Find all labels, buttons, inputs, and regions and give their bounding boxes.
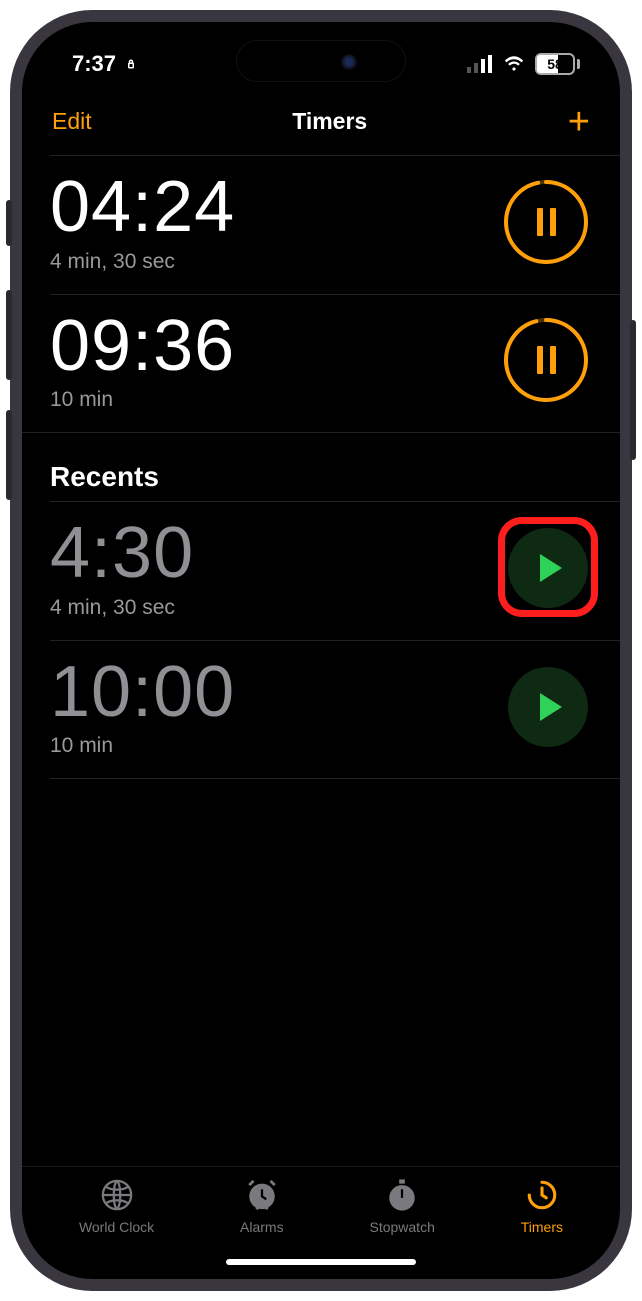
recent-timer-row[interactable]: 4:30 4 min, 30 sec <box>22 502 620 640</box>
tab-label: Timers <box>521 1219 563 1235</box>
timer-remaining: 09:36 <box>50 309 235 385</box>
dynamic-island <box>236 40 406 82</box>
pause-icon <box>537 346 556 374</box>
annotation-highlight <box>498 517 598 617</box>
edit-button[interactable]: Edit <box>52 108 92 135</box>
tab-bar: World Clock Alarms Stopwatch Timers <box>22 1166 620 1245</box>
cellular-icon <box>467 55 493 73</box>
wifi-icon <box>501 54 527 74</box>
recent-duration: 4 min, 30 sec <box>50 596 194 620</box>
play-button[interactable] <box>508 528 588 608</box>
globe-icon <box>99 1177 135 1213</box>
orientation-lock-icon <box>122 55 140 73</box>
page-title: Timers <box>292 108 367 135</box>
play-icon <box>540 693 562 721</box>
tab-timers[interactable]: Timers <box>521 1177 563 1235</box>
alarm-icon <box>244 1177 280 1213</box>
content: 04:24 4 min, 30 sec 09:36 10 min <box>22 155 620 1166</box>
stopwatch-icon <box>384 1177 420 1213</box>
recent-time: 10:00 <box>50 655 235 731</box>
play-button[interactable] <box>508 667 588 747</box>
pause-button[interactable] <box>504 318 588 402</box>
tab-alarms[interactable]: Alarms <box>240 1177 284 1235</box>
tab-label: Stopwatch <box>369 1219 434 1235</box>
recent-duration: 10 min <box>50 734 235 758</box>
home-indicator[interactable] <box>22 1245 620 1279</box>
battery-indicator: 58 <box>535 53 580 75</box>
pause-icon <box>537 208 556 236</box>
recent-time: 4:30 <box>50 516 194 592</box>
add-button[interactable]: + <box>568 111 590 133</box>
active-timer-row[interactable]: 04:24 4 min, 30 sec <box>22 156 620 294</box>
phone-frame: 7:37 58 Edit Timers + 04:24 4 <box>10 10 632 1291</box>
screen: 7:37 58 Edit Timers + 04:24 4 <box>22 22 620 1279</box>
timer-duration: 4 min, 30 sec <box>50 250 235 274</box>
timer-duration: 10 min <box>50 388 235 412</box>
pause-button[interactable] <box>504 180 588 264</box>
active-timer-row[interactable]: 09:36 10 min <box>22 295 620 433</box>
recent-timer-row[interactable]: 10:00 10 min <box>22 641 620 779</box>
recents-header: Recents <box>22 433 620 501</box>
tab-label: Alarms <box>240 1219 284 1235</box>
tab-world-clock[interactable]: World Clock <box>79 1177 154 1235</box>
tab-stopwatch[interactable]: Stopwatch <box>369 1177 434 1235</box>
status-time: 7:37 <box>72 51 116 77</box>
nav-bar: Edit Timers + <box>22 92 620 155</box>
timer-remaining: 04:24 <box>50 170 235 246</box>
timer-icon <box>524 1177 560 1213</box>
tab-label: World Clock <box>79 1219 154 1235</box>
